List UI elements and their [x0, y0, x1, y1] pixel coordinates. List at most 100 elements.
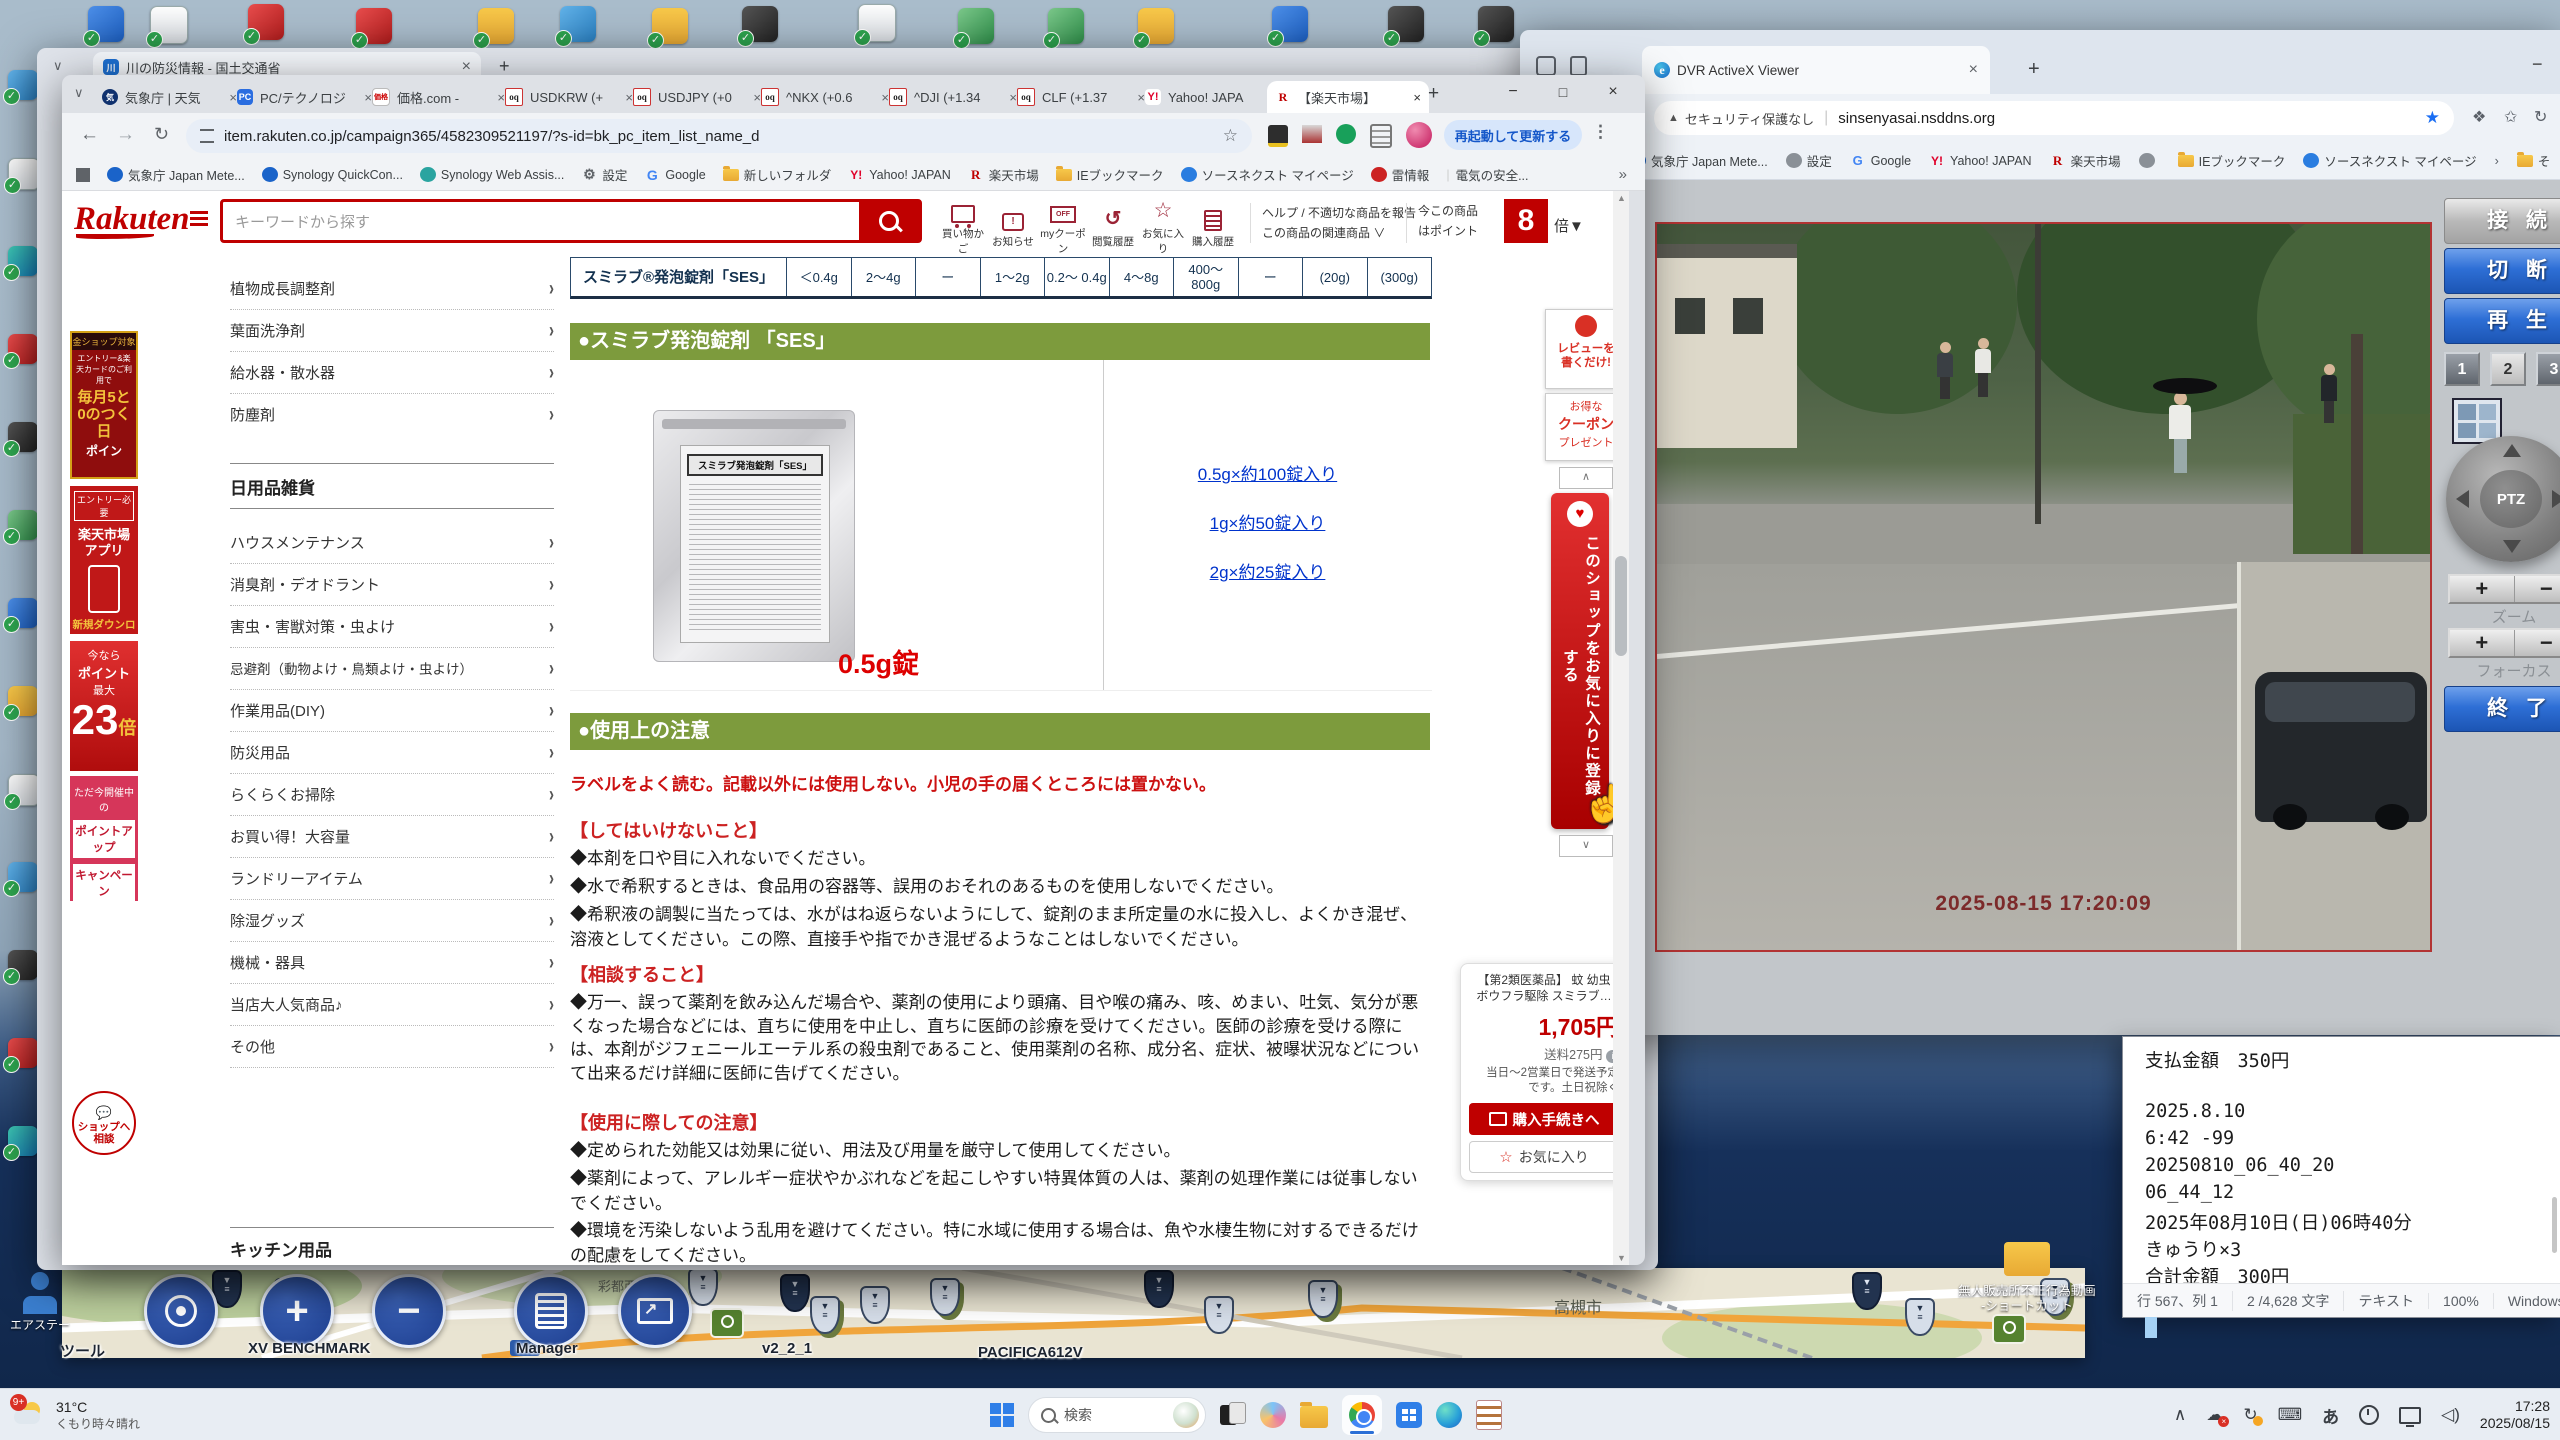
start-button[interactable]: [990, 1403, 1014, 1427]
bookmark-item[interactable]: R 楽天市場: [968, 165, 1039, 184]
bookmark-item[interactable]: | 電気の安全...: [1446, 165, 1528, 184]
sidebar-item[interactable]: 葉面洗浄剤 ›: [230, 309, 554, 352]
bookmark-item[interactable]: R 楽天市場: [2050, 151, 2121, 170]
status-zoom[interactable]: 100%: [2428, 1292, 2493, 1309]
map-list-button[interactable]: [514, 1274, 588, 1348]
ptz-up-icon[interactable]: [2503, 444, 2521, 457]
shop-consult-button[interactable]: 💬 ショップへ 相談: [72, 1091, 136, 1155]
desktop-label-manager[interactable]: Manager: [516, 1340, 578, 1357]
new-tab-button[interactable]: +: [2028, 58, 2040, 81]
new-tab-button[interactable]: +: [499, 56, 510, 77]
store-button[interactable]: [1396, 1402, 1422, 1428]
variant-link-100[interactable]: 0.5g×約100錠入り: [1103, 460, 1432, 485]
apps-grid-icon[interactable]: [76, 167, 90, 182]
desktop-icon[interactable]: [647, 8, 688, 49]
zoom-control[interactable]: + −: [2448, 574, 2560, 604]
edge-taskbar-button[interactable]: [1436, 1402, 1462, 1428]
banner-app-download[interactable]: エントリー必要 楽天市場アプリ 新規ダウンロー: [70, 486, 138, 634]
product-image[interactable]: スミラブ発泡錠剤「SES」: [653, 410, 855, 662]
desktop-icon[interactable]: [1133, 8, 1174, 49]
edge-address-bar[interactable]: ▲ セキュリティ保護なし | sinsenyasai.nsddns.org ★: [1654, 101, 2454, 135]
desktop-icon[interactable]: [3, 510, 38, 545]
bookmark-item[interactable]: IEブックマーク: [2177, 151, 2285, 170]
dvr-connect-button[interactable]: 接 続: [2444, 198, 2560, 244]
header-help[interactable]: ヘルプ / 不適切な商品を報告 この商品の関連商品 ∨: [1262, 203, 1416, 243]
search-box[interactable]: キーワードから探す: [220, 199, 922, 243]
bookmark-item[interactable]: G Google: [644, 167, 706, 183]
desktop-label-pacifica[interactable]: PACIFICA612V: [978, 1344, 1083, 1361]
site-info-icon[interactable]: [200, 129, 214, 143]
sidebar-item[interactable]: らくらくお掃除 ›: [230, 773, 554, 816]
chrome-window[interactable]: ∨ 気気象庁 | 天気 × PC PC/テクノロジ × 価格 価格.com - × oq U…: [62, 75, 1645, 1265]
favorite-star-icon[interactable]: ★: [2425, 108, 2440, 128]
clock-app-icon[interactable]: [2359, 1405, 2380, 1425]
chrome-taskbar-button-active[interactable]: [1342, 1395, 1382, 1435]
sidebar-item[interactable]: 除湿グッズ ›: [230, 899, 554, 942]
tab-pc[interactable]: PC PC/テクノロジ ×: [229, 81, 380, 113]
chrome-update-button[interactable]: 再起動して更新する: [1444, 120, 1582, 150]
desktop-icon[interactable]: [351, 8, 392, 49]
nav-coupon[interactable]: OFF myクーポン: [1038, 197, 1088, 256]
back-icon[interactable]: ←: [80, 124, 99, 146]
tab-dvr[interactable]: e DVR ActiveX Viewer ×: [1642, 46, 1990, 94]
bookmark-item[interactable]: Y! Yahoo! JAPAN: [1929, 153, 2032, 169]
sidebar-item[interactable]: 防塵剤 ›: [230, 393, 554, 435]
bookmarks-overflow[interactable]: ›: [2495, 154, 2499, 168]
window-close-button[interactable]: ×: [1590, 83, 1636, 101]
map-locate-button[interactable]: [144, 1274, 218, 1348]
desktop-label-benchmark[interactable]: XV BENCHMARK: [248, 1340, 371, 1357]
tab-usdjpy[interactable]: oq USDJPY (+0 ×: [625, 81, 769, 113]
desktop-icon[interactable]: [854, 4, 896, 46]
extensions-icon[interactable]: ❖: [2472, 107, 2486, 127]
camera-pin[interactable]: [1992, 1314, 2026, 1344]
desktop-icon[interactable]: [1267, 6, 1308, 47]
forward-icon[interactable]: →: [116, 124, 135, 146]
ptz-joystick[interactable]: PTZ: [2446, 436, 2560, 562]
desktop-icon[interactable]: [1473, 6, 1514, 47]
bookmark-item[interactable]: 雷情報: [1370, 165, 1429, 184]
ptz-center[interactable]: PTZ: [2480, 470, 2542, 528]
zoom-out-button[interactable]: −: [2515, 576, 2560, 602]
nav-favorites[interactable]: ☆ お気に入り: [1138, 197, 1188, 256]
tab-clf[interactable]: oq CLF (+1.37 ×: [1009, 81, 1153, 113]
buy-button[interactable]: 購入手続きへ: [1469, 1103, 1619, 1135]
tab-usdkrw[interactable]: oq USDKRW (+ ×: [497, 81, 641, 113]
bookmark-item[interactable]: 気象庁 Japan Mete...: [1630, 151, 1768, 170]
reload-icon[interactable]: ↻: [154, 124, 169, 145]
desktop-icon[interactable]: [3, 1126, 38, 1161]
bookmark-item[interactable]: ソースネクスト マイページ: [1180, 165, 1354, 184]
bookmark-item[interactable]: 気象庁 Japan Mete...: [107, 165, 245, 184]
desktop-icon[interactable]: [4, 158, 40, 194]
bookmark-item[interactable]: ⚙ 設定: [581, 165, 627, 184]
bookmarks-overflow-icon[interactable]: »: [1619, 166, 1627, 183]
nav-cart[interactable]: 買い物かご: [938, 197, 988, 256]
sidebar-item[interactable]: 植物成長調整剤 ›: [230, 267, 554, 310]
desktop-icon[interactable]: [3, 246, 38, 281]
banner-5-0-day[interactable]: 金ショップ対象 エントリー&楽天カードのご利用で 毎月5と0のつく日 ポイン: [70, 331, 138, 479]
desktop-icon[interactable]: [3, 862, 38, 897]
tray-chevron-icon[interactable]: ∧: [2174, 1405, 2186, 1425]
focus-in-button[interactable]: +: [2450, 630, 2515, 656]
variant-link-25[interactable]: 2g×約25錠入り: [1103, 558, 1432, 583]
focus-control[interactable]: + −: [2448, 628, 2560, 658]
desktop-icon[interactable]: [3, 1038, 38, 1073]
volume-icon[interactable]: ◁): [2441, 1405, 2460, 1425]
tab-close-icon[interactable]: ×: [1407, 90, 1421, 105]
nav-news[interactable]: ! お知らせ: [988, 205, 1038, 249]
sidebar-item[interactable]: 防災用品 ›: [230, 731, 554, 774]
notepad-window[interactable]: 支払金額 350円 2025.8.10 6:42 -99 20250810_06…: [2122, 1036, 2560, 1338]
sidebar-item[interactable]: 作業用品(DIY) ›: [230, 689, 554, 732]
desktop-icon[interactable]: [737, 6, 778, 47]
desktop-icon[interactable]: [3, 422, 38, 457]
bookmark-item[interactable]: 設定: [1785, 151, 1832, 170]
scrollbar-down-arrow[interactable]: ▼: [1617, 1253, 1626, 1263]
bookmark-item[interactable]: G Google: [1850, 153, 1911, 169]
bookmark-item[interactable]: Synology QuickCon...: [261, 167, 403, 182]
taskbar-search-box[interactable]: 検索: [1028, 1397, 1206, 1433]
sidebar-item[interactable]: 給水器・散水器 ›: [230, 351, 554, 394]
window-minimize-button[interactable]: −: [2532, 54, 2543, 75]
file-explorer-button[interactable]: [1300, 1401, 1328, 1428]
bookmark-item[interactable]: 新しいフォルダ: [722, 165, 831, 184]
banner-campaign[interactable]: ただ今開催中の ポイントアップ キャンペーン: [70, 776, 138, 901]
desktop-label-tool[interactable]: ツール: [60, 1340, 105, 1361]
